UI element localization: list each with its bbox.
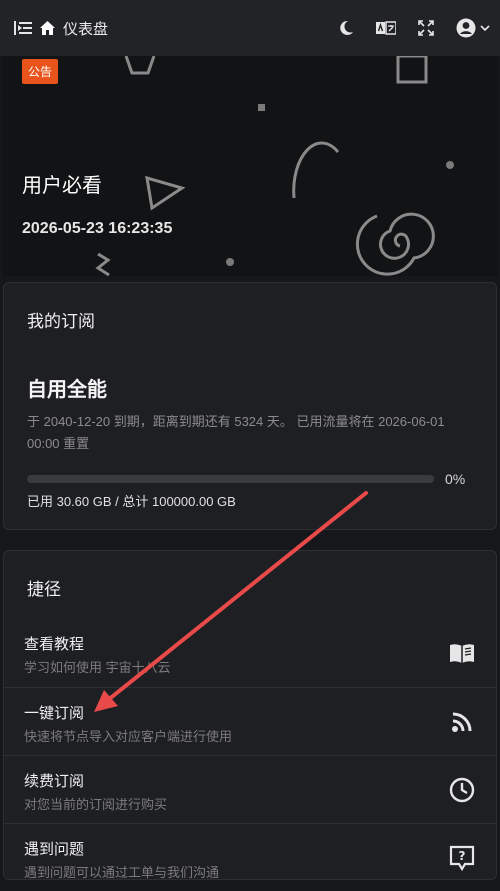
- question-message-icon: ?: [449, 845, 475, 872]
- top-bar: 仪表盘: [0, 0, 500, 56]
- shortcuts-card: 捷径 查看教程 学习如何使用 宇宙十八云 一键订阅 快速将节点导入对应客户端进行…: [3, 550, 497, 880]
- shortcut-subtitle: 快速将节点导入对应客户端进行使用: [24, 729, 233, 744]
- book-icon: [450, 644, 474, 663]
- shortcut-one-click-subscribe[interactable]: 一键订阅 快速将节点导入对应客户端进行使用: [4, 687, 496, 755]
- translate-icon[interactable]: [376, 21, 396, 35]
- decorative-shapes: [95, 56, 454, 276]
- shortcut-subtitle: 遇到问题可以通过工单与我们沟通: [24, 865, 220, 880]
- clock-icon: [449, 777, 475, 803]
- traffic-percent: 0%: [445, 471, 466, 487]
- page-title: 仪表盘: [63, 20, 109, 38]
- shortcut-title: 查看教程: [24, 636, 85, 653]
- svg-text:?: ?: [459, 849, 466, 863]
- shortcut-title: 续费订阅: [24, 773, 85, 790]
- shortcut-subtitle: 对您当前的订阅进行购买: [24, 797, 168, 812]
- shortcut-support[interactable]: 遇到问题 遇到问题可以通过工单与我们沟通 ?: [4, 823, 496, 891]
- fullscreen-icon[interactable]: [418, 20, 434, 36]
- user-avatar-icon[interactable]: [456, 18, 490, 38]
- shortcut-title: 一键订阅: [24, 705, 85, 722]
- plan-description: 于 2040-12-20 到期，距离到期还有 5324 天。 已用流量将在 20…: [27, 414, 445, 451]
- home-icon[interactable]: [40, 21, 55, 35]
- shortcuts-heading: 捷径: [27, 580, 61, 599]
- rss-icon: [452, 712, 472, 732]
- shortcut-title: 遇到问题: [24, 841, 85, 858]
- shortcut-tutorial[interactable]: 查看教程 学习如何使用 宇宙十八云: [4, 619, 496, 687]
- shortcut-subtitle: 学习如何使用 宇宙十八云: [24, 660, 171, 675]
- announcement-date: 2026-05-23 16:23:35: [22, 220, 173, 237]
- subscription-heading: 我的订阅: [27, 312, 95, 331]
- moon-icon[interactable]: [338, 20, 354, 36]
- plan-name: 自用全能: [27, 379, 107, 401]
- chevron-down-icon[interactable]: [480, 24, 490, 32]
- announcement-banner[interactable]: 公告 用户必看 2026-05-23 16:23:35: [2, 56, 498, 276]
- traffic-progress-bar: [27, 475, 434, 483]
- subscription-card: 我的订阅 自用全能 于 2040-12-20 到期，距离到期还有 5324 天。…: [3, 282, 497, 530]
- announcement-title: 用户必看: [22, 175, 102, 197]
- menu-fold-icon[interactable]: [14, 20, 32, 36]
- shortcut-renew[interactable]: 续费订阅 对您当前的订阅进行购买: [4, 755, 496, 823]
- traffic-usage: 已用 30.60 GB / 总计 100000.00 GB: [27, 494, 236, 509]
- announcement-badge: 公告: [22, 59, 59, 84]
